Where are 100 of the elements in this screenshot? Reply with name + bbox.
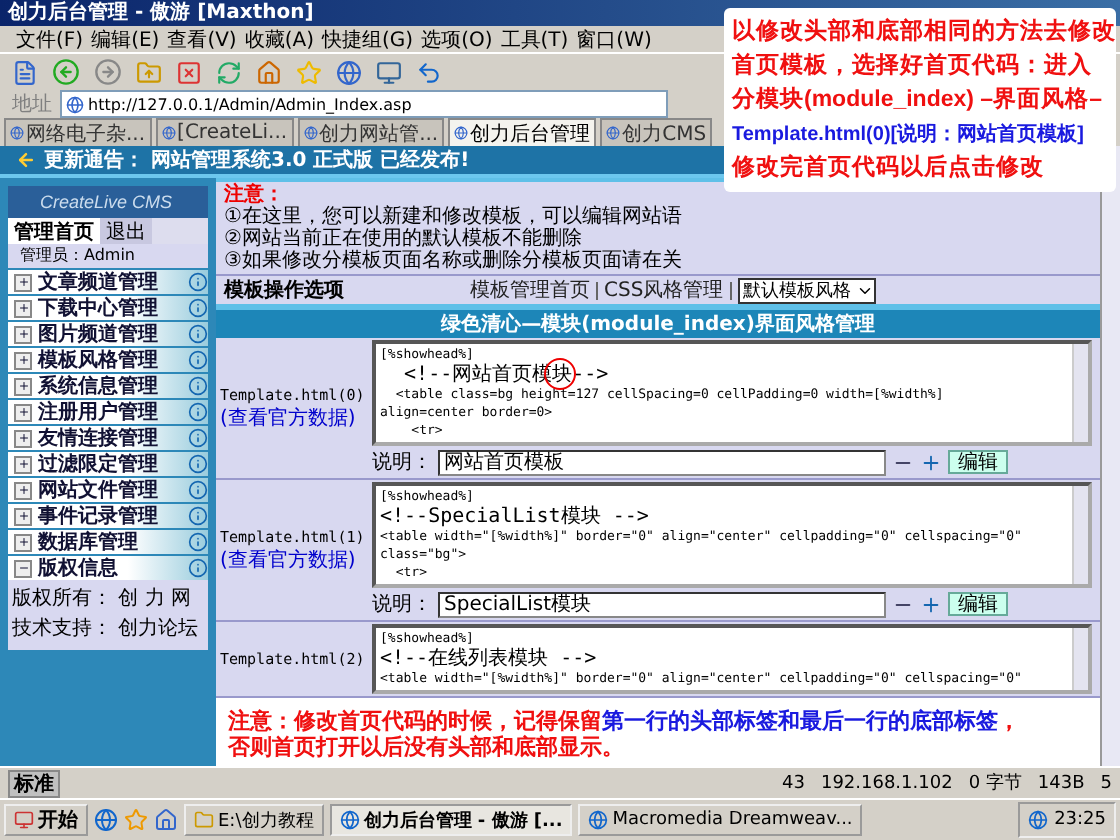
sidebar-item[interactable]: 事件记录管理 bbox=[8, 504, 208, 528]
globe-icon[interactable] bbox=[606, 126, 621, 140]
home-icon[interactable] bbox=[154, 808, 178, 832]
stop-icon[interactable] bbox=[176, 59, 202, 85]
sidebar-tab[interactable]: 退出 bbox=[100, 217, 152, 245]
browser-tab[interactable]: 创力CMS bbox=[600, 118, 713, 146]
info-icon[interactable] bbox=[188, 272, 208, 292]
globe-icon[interactable] bbox=[336, 59, 362, 85]
browser-tab[interactable]: 网络电子杂... bbox=[4, 118, 152, 146]
star-icon[interactable] bbox=[124, 808, 148, 832]
style-select[interactable]: 默认模板风格 bbox=[737, 277, 876, 303]
info-icon[interactable] bbox=[188, 376, 208, 396]
menu-item[interactable]: 编辑(E) bbox=[87, 25, 164, 53]
info-icon[interactable] bbox=[188, 454, 208, 474]
address-field[interactable]: http://127.0.0.1/Admin/Admin_Index.asp bbox=[60, 90, 668, 118]
monitor-icon[interactable] bbox=[376, 59, 402, 85]
globe-icon[interactable] bbox=[10, 126, 24, 140]
edit-button[interactable]: 编辑 bbox=[948, 592, 1008, 616]
expand-icon[interactable] bbox=[14, 325, 32, 343]
refresh-icon[interactable] bbox=[216, 59, 242, 85]
app-icon[interactable] bbox=[588, 810, 609, 830]
sidebar-item[interactable]: 过滤限定管理 bbox=[8, 452, 208, 476]
expand-icon[interactable] bbox=[14, 533, 32, 551]
info-icon[interactable] bbox=[188, 428, 208, 448]
browser-icon[interactable] bbox=[94, 808, 118, 832]
sidebar-item[interactable]: 图片频道管理 bbox=[8, 322, 208, 346]
options-link[interactable]: CSS风格管理 bbox=[598, 276, 730, 304]
scrollbar[interactable] bbox=[1100, 146, 1120, 766]
taskbar-button[interactable]: E:\创力教程 bbox=[184, 804, 324, 836]
sidebar-item[interactable]: 下载中心管理 bbox=[8, 296, 208, 320]
start-button[interactable]: 开始 bbox=[4, 804, 88, 836]
plus-icon[interactable] bbox=[920, 593, 942, 615]
scrollbar[interactable] bbox=[1072, 628, 1088, 690]
menu-item[interactable]: 文件(F) bbox=[12, 25, 88, 53]
info-icon[interactable] bbox=[188, 324, 208, 344]
sidebar-item[interactable]: 系统信息管理 bbox=[8, 374, 208, 398]
expand-icon[interactable] bbox=[14, 351, 32, 369]
menu-item[interactable]: 窗口(W) bbox=[572, 25, 656, 53]
sidebar-item[interactable]: 文章频道管理 bbox=[8, 270, 208, 294]
expand-icon[interactable] bbox=[14, 455, 32, 473]
official-data-link[interactable]: (查看官方数据) bbox=[220, 545, 372, 573]
menu-item[interactable]: 工具(T) bbox=[496, 25, 573, 53]
callout-text: 分模块(module_index) –界面风格– bbox=[732, 84, 1104, 115]
info-icon[interactable] bbox=[188, 506, 208, 526]
undo-icon[interactable] bbox=[416, 59, 442, 85]
info-icon[interactable] bbox=[188, 350, 208, 370]
home-icon[interactable] bbox=[256, 59, 282, 85]
options-link[interactable]: 模板管理首页 bbox=[464, 276, 596, 304]
menu-item[interactable]: 快捷组(G) bbox=[318, 25, 418, 53]
browser-tab[interactable]: 创力后台管理 bbox=[448, 118, 597, 146]
scrollbar[interactable] bbox=[1072, 486, 1088, 584]
description-field[interactable]: 网站首页模板 bbox=[438, 449, 886, 475]
globe-icon[interactable] bbox=[303, 126, 318, 140]
copyright-text: 版权所有： 创 力 网 bbox=[12, 586, 194, 614]
status-text: 192.168.1.102 bbox=[820, 773, 953, 793]
sidebar-tab[interactable]: 管理首页 bbox=[8, 217, 100, 245]
menu-item[interactable]: 收藏(A) bbox=[240, 25, 318, 53]
star-icon[interactable] bbox=[296, 59, 322, 85]
info-icon[interactable] bbox=[188, 532, 208, 552]
info-icon[interactable] bbox=[188, 402, 208, 422]
expand-icon[interactable] bbox=[14, 299, 32, 317]
expand-icon[interactable] bbox=[14, 377, 32, 395]
menu-item[interactable]: 选项(O) bbox=[417, 25, 497, 53]
taskbar-button[interactable]: 创力后台管理 - 傲游 [... bbox=[329, 804, 573, 836]
info-icon[interactable] bbox=[188, 480, 208, 500]
expand-icon[interactable] bbox=[14, 429, 32, 447]
expand-icon[interactable] bbox=[14, 481, 32, 499]
sidebar-item[interactable]: 数据库管理 bbox=[8, 530, 208, 554]
globe-icon[interactable] bbox=[161, 126, 176, 140]
sidebar-item[interactable]: 模板风格管理 bbox=[8, 348, 208, 372]
globe-icon[interactable] bbox=[66, 95, 84, 113]
info-icon[interactable] bbox=[188, 298, 208, 318]
description-field[interactable]: SpecialList模块 bbox=[438, 591, 886, 617]
official-data-link[interactable]: (查看官方数据) bbox=[220, 403, 372, 431]
mode-button[interactable]: 标准 bbox=[8, 769, 60, 797]
sidebar-item[interactable]: 网站文件管理 bbox=[8, 478, 208, 502]
edit-button[interactable]: 编辑 bbox=[948, 450, 1008, 474]
new-page-icon[interactable] bbox=[12, 59, 38, 85]
app-icon[interactable] bbox=[339, 810, 360, 830]
scrollbar[interactable] bbox=[1072, 344, 1088, 442]
taskbar-button[interactable]: Macromedia Dreamweav... bbox=[578, 804, 863, 836]
browser-tab[interactable]: [CreateLi... bbox=[155, 118, 294, 146]
arrow-left-icon bbox=[16, 150, 36, 170]
info-icon[interactable] bbox=[188, 558, 208, 578]
back-icon[interactable] bbox=[52, 58, 80, 86]
expand-icon[interactable] bbox=[14, 507, 32, 525]
sidebar-item[interactable]: 注册用户管理 bbox=[8, 400, 208, 424]
menu-item[interactable]: 查看(V) bbox=[163, 25, 241, 53]
expand-icon[interactable] bbox=[14, 403, 32, 421]
sidebar-item[interactable]: 版权信息 bbox=[8, 556, 208, 580]
globe-icon[interactable] bbox=[454, 126, 469, 140]
tray-icon[interactable] bbox=[1028, 810, 1049, 830]
callout-text: 首页模板，选择好首页代码：进入 bbox=[732, 50, 1094, 81]
forward-icon[interactable] bbox=[94, 58, 122, 86]
collapse-icon[interactable] bbox=[14, 559, 32, 577]
plus-icon[interactable] bbox=[920, 451, 942, 473]
expand-icon[interactable] bbox=[14, 273, 32, 291]
browser-tab[interactable]: 创力网站管... bbox=[297, 118, 445, 146]
sidebar-item[interactable]: 友情连接管理 bbox=[8, 426, 208, 450]
clock: 23:25 bbox=[1054, 810, 1106, 830]
